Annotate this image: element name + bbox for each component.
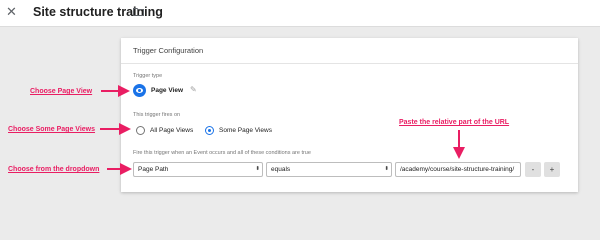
annotation-arrows bbox=[100, 85, 465, 175]
